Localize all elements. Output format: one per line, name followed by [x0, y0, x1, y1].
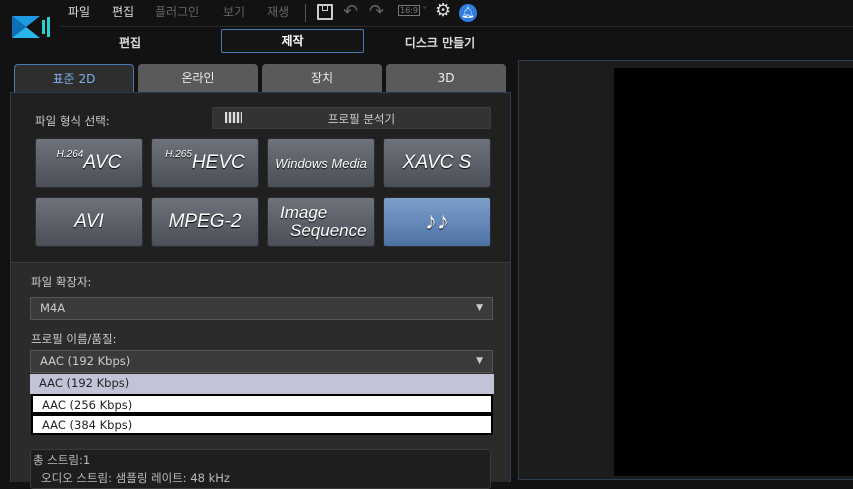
menu-file[interactable]: 파일	[68, 3, 90, 20]
format-audio-button[interactable]: ♪♪	[383, 197, 491, 247]
redo-icon[interactable]: ↷	[369, 1, 384, 22]
format-avi-label: AVI	[74, 211, 104, 232]
format-xavcs-label: XAVC S	[402, 152, 472, 173]
extension-dropdown[interactable]: M4A ▼	[30, 297, 493, 320]
extension-value: M4A	[40, 301, 66, 315]
format-avc-button[interactable]: H.264 AVC	[35, 138, 143, 188]
format-avc-label: AVC	[83, 152, 122, 173]
mode-create-disc[interactable]: 디스크 만들기	[390, 34, 490, 51]
format-image-sequence-button[interactable]: Image Sequence	[267, 197, 375, 247]
format-image-sequence-line2: Sequence	[290, 221, 367, 240]
profile-label: 프로필 이름/품질:	[31, 332, 117, 346]
undo-icon[interactable]: ↶	[343, 1, 358, 22]
menu-edit[interactable]: 편집	[112, 3, 134, 20]
tab-device[interactable]: 장치	[262, 64, 382, 93]
format-mpeg2-label: MPEG-2	[168, 211, 242, 232]
format-xavcs-button[interactable]: XAVC S	[383, 138, 491, 188]
divider	[305, 4, 306, 22]
extension-label: 파일 확장자:	[31, 275, 92, 289]
preview-video	[614, 68, 853, 476]
profile-option[interactable]: AAC (192 Kbps)	[30, 374, 494, 394]
stream-info-box: 총 스트림:1 오디오 스트림: 샘플링 레이트: 48 kHz	[30, 449, 491, 489]
format-hevc-button[interactable]: H.265 HEVC	[151, 138, 259, 188]
stream-total: 총 스트림:1	[33, 453, 91, 467]
notification-bell-icon[interactable]: 🔔︎	[459, 4, 477, 22]
menu-plugins[interactable]: 플러그인	[155, 3, 199, 20]
save-icon[interactable]	[317, 4, 333, 20]
format-image-sequence-line1: Image	[280, 203, 328, 222]
format-hevc-sup: H.265	[165, 149, 192, 160]
format-mpeg2-button[interactable]: MPEG-2	[151, 197, 259, 247]
format-avi-button[interactable]: AVI	[35, 197, 143, 247]
menu-view[interactable]: 보기	[223, 3, 245, 20]
profile-analyzer-button[interactable]: 프로필 분석기	[212, 107, 491, 129]
format-hevc-label: HEVC	[191, 152, 245, 173]
chevron-down-icon: ▼	[476, 303, 483, 313]
aspect-ratio-value: 16:9	[398, 5, 420, 16]
chevron-down-icon: ▼	[476, 356, 483, 366]
app-logo	[12, 14, 52, 40]
format-wmv-button[interactable]: Windows Media	[267, 138, 375, 188]
tab-online[interactable]: 온라인	[138, 64, 258, 93]
tab-standard-2d[interactable]: 표준 2D	[14, 64, 134, 93]
profile-analyzer-label: 프로필 분석기	[327, 112, 396, 126]
stream-audio-info: 오디오 스트림: 샘플링 레이트: 48 kHz	[41, 471, 230, 485]
menu-playback[interactable]: 재생	[267, 3, 289, 20]
format-wmv-label: Windows Media	[275, 155, 367, 171]
menu-separator	[60, 26, 853, 27]
profile-value: AAC (192 Kbps)	[40, 354, 131, 368]
music-notes-icon: ♪♪	[425, 208, 449, 235]
format-label: 파일 형식 선택:	[35, 114, 110, 128]
tab-3d[interactable]: 3D	[386, 64, 506, 93]
format-avc-sup: H.264	[56, 149, 84, 160]
mode-edit[interactable]: 편집	[100, 34, 160, 51]
settings-gear-icon[interactable]: ⚙	[435, 0, 451, 21]
profile-option[interactable]: AAC (256 Kbps)	[31, 394, 493, 414]
mode-produce[interactable]: 제작	[221, 29, 364, 53]
aspect-ratio-dropdown[interactable]: 16:9 ˅	[398, 5, 427, 16]
profile-option[interactable]: AAC (384 Kbps)	[31, 414, 493, 435]
profile-dropdown[interactable]: AAC (192 Kbps) ▼	[30, 350, 493, 373]
